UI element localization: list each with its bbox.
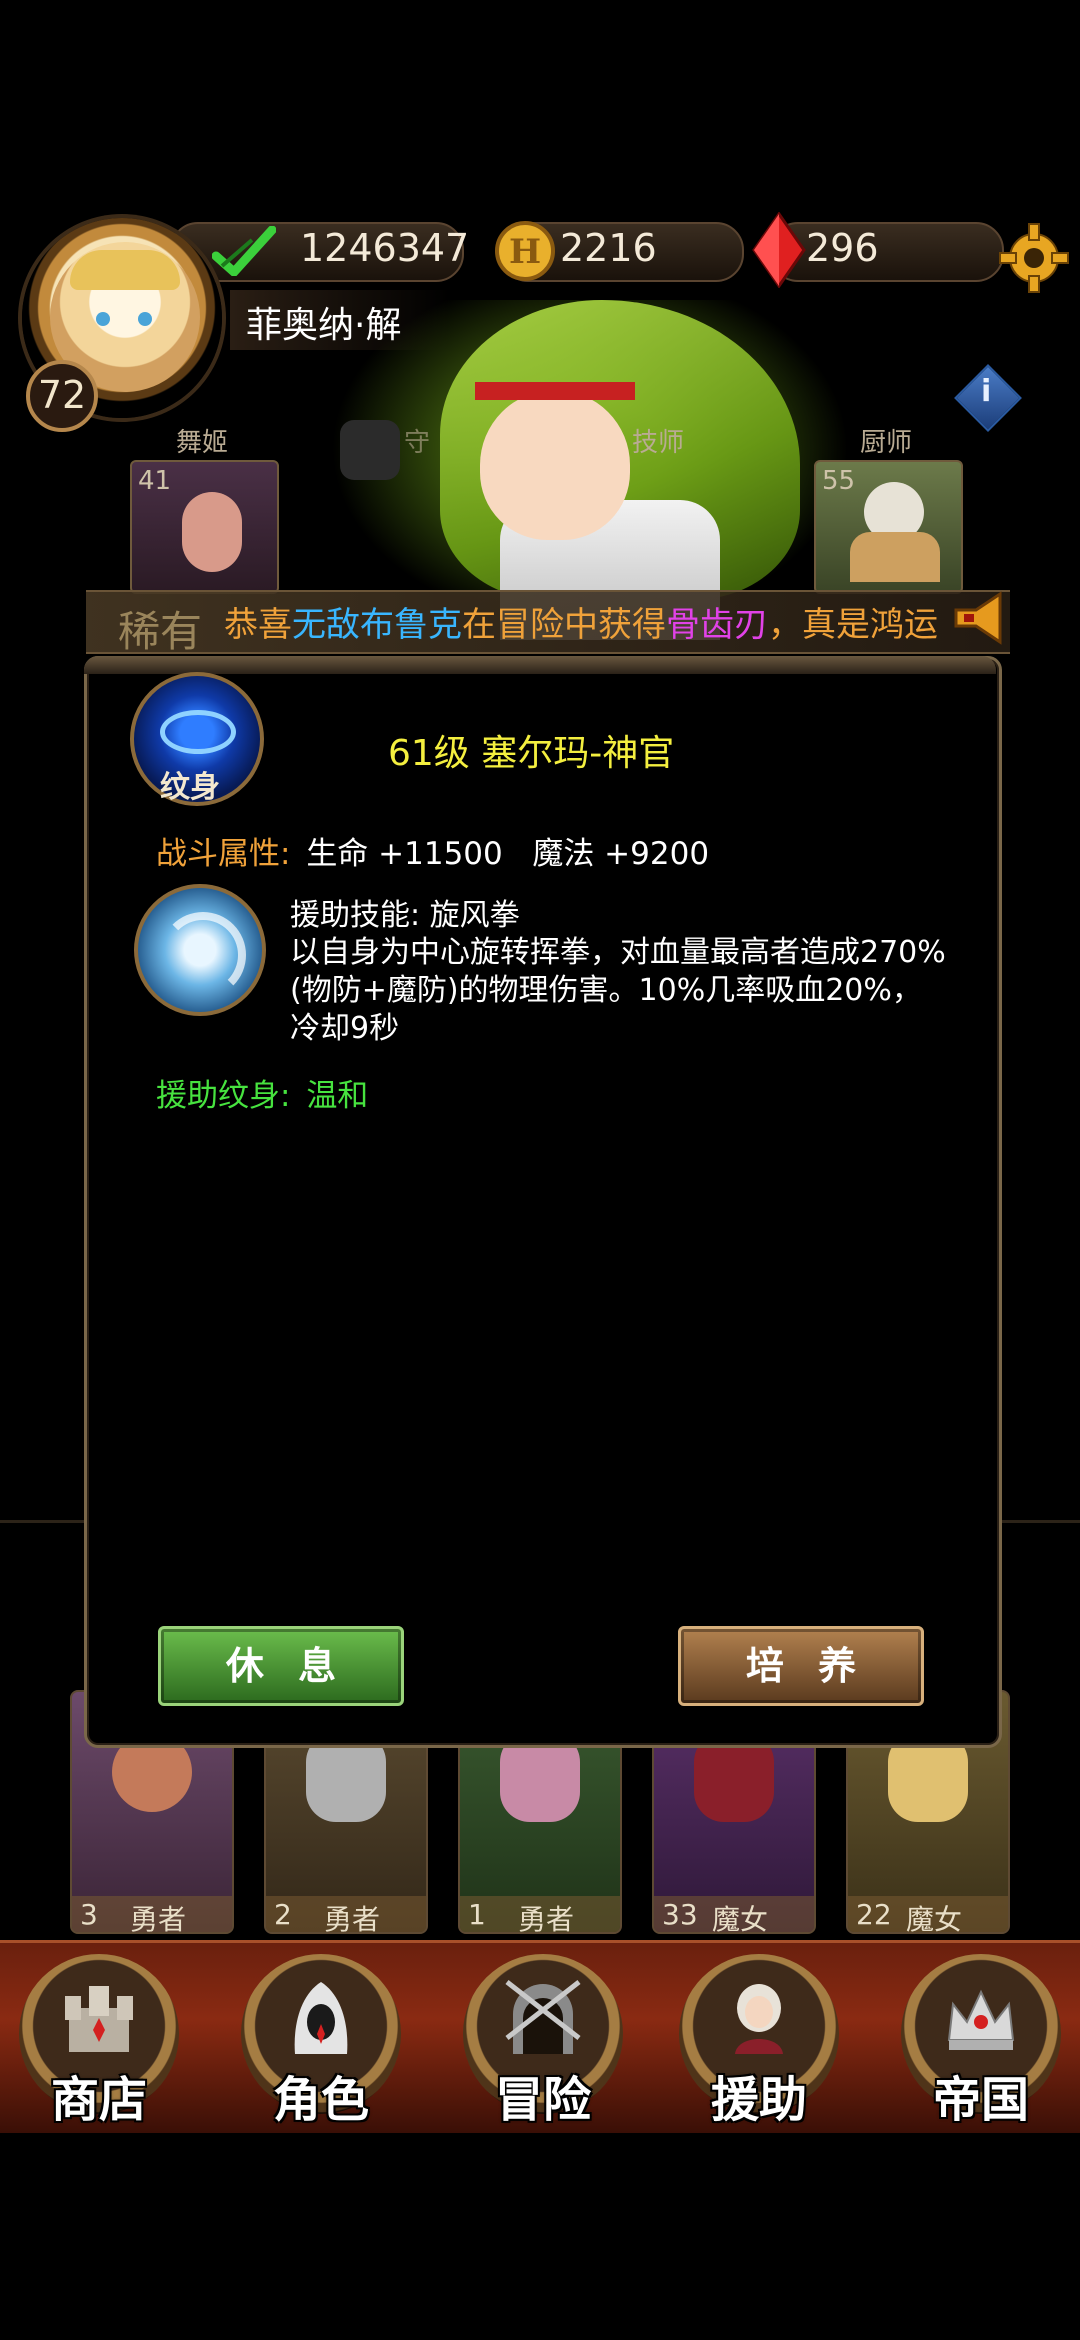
tattoo-icon-label: 纹身	[160, 770, 220, 805]
eye-of-horus-icon	[160, 710, 236, 754]
nav-label: 援助	[710, 2072, 807, 2128]
hero-class: 勇者	[130, 1903, 187, 1934]
hero-card-label: 2 勇者	[266, 1896, 426, 1932]
dialog-top-border	[84, 656, 996, 674]
svg-text:H: H	[509, 232, 541, 272]
red-crystal-icon	[752, 212, 806, 288]
announcement-item: 骨齿刃	[666, 605, 768, 645]
slot-level: 41	[138, 466, 172, 496]
player-level-badge: 72	[26, 360, 98, 432]
combat-stats-value: 生命 +11500 魔法 +9200	[306, 836, 710, 872]
slot-label-technician: 技师	[632, 428, 685, 458]
gold-coin-icon: H	[495, 221, 555, 281]
train-button[interactable]: 培养	[678, 1626, 924, 1706]
hero-level: 2	[274, 1898, 292, 1931]
hero-class: 魔女	[906, 1903, 963, 1934]
announcement-part: ，真是鸿运	[768, 605, 938, 645]
assist-tattoo-value: 温和	[306, 1078, 369, 1114]
castle-icon	[65, 1986, 133, 2052]
hero-level: 22	[856, 1898, 892, 1931]
assistant-detail-dialog	[84, 656, 1002, 1748]
hero-headband	[475, 382, 635, 400]
nav-adventure[interactable]: 冒险	[458, 1954, 628, 2128]
slot-label-chef: 厨师	[860, 428, 913, 458]
rest-button[interactable]: 休息	[158, 1626, 404, 1706]
slot-label-dancer: 舞姬	[176, 428, 229, 458]
nav-assistant[interactable]: 援助	[674, 1954, 844, 2128]
nav-character[interactable]: 角色	[236, 1954, 406, 2128]
hero-card-label: 22 魔女	[848, 1896, 1008, 1932]
announcement-text: 恭喜无敌布鲁克在冒险中获得骨齿刃，真是鸿运	[224, 597, 938, 646]
nav-label: 帝国	[932, 2072, 1029, 2128]
slot-label-guard: 守	[404, 428, 431, 458]
nav-label: 角色	[272, 2072, 369, 2128]
announcement-player: 无敌布鲁克	[292, 605, 462, 645]
dungeon-gate-icon	[505, 1980, 581, 2054]
whirlwind-icon	[160, 912, 246, 998]
info-glyph: i	[981, 374, 992, 409]
combat-stats: 战斗属性: 生命 +11500 魔法 +9200	[156, 828, 709, 873]
power-value: 1246347	[300, 226, 470, 270]
slot-card-chef[interactable]: 55	[814, 460, 963, 594]
hero-level: 33	[662, 1898, 698, 1931]
hero-fist	[340, 420, 400, 480]
assistant-portrait-icon	[735, 1984, 783, 2054]
hero-card-label: 33 魔女	[654, 1896, 814, 1932]
nav-label: 冒险	[494, 2072, 591, 2128]
hero-level: 3	[80, 1898, 98, 1931]
skill-name: 援助技能: 旋风拳	[290, 898, 520, 933]
skill-description: 以自身为中心旋转挥拳，对血量最高者造成270%(物防+魔防)的物理伤害。10%几…	[290, 935, 946, 1046]
slot-level: 55	[822, 466, 856, 496]
dialog-title: 61级 塞尔玛-神官	[388, 733, 675, 774]
hero-card-label: 1 勇者	[460, 1896, 620, 1932]
hero-card-label: 3 勇者	[72, 1896, 232, 1932]
hooded-figure-icon	[294, 1982, 348, 2054]
gem-value: 296	[806, 226, 879, 270]
combat-stats-label: 战斗属性:	[156, 836, 291, 872]
hero-level: 1	[468, 1898, 486, 1931]
rarity-label: 稀有	[118, 607, 203, 656]
nav-empire[interactable]: 帝国	[896, 1954, 1066, 2128]
announcement-part: 恭喜	[224, 605, 292, 645]
gear-icon[interactable]	[996, 220, 1072, 296]
announcement-part: 在冒险中获得	[462, 605, 666, 645]
hero-class: 魔女	[712, 1903, 769, 1934]
megaphone-icon	[954, 591, 1002, 645]
power-icon	[212, 226, 276, 276]
hero-face	[480, 390, 630, 540]
hero-class: 勇者	[518, 1903, 575, 1934]
assist-tattoo-label: 援助纹身:	[156, 1078, 291, 1114]
nav-label: 商店	[50, 2072, 147, 2128]
gold-value: 2216	[560, 226, 657, 270]
crown-icon	[947, 1989, 1015, 2050]
assist-tattoo: 援助纹身: 温和	[156, 1070, 368, 1115]
nav-shop[interactable]: 商店	[14, 1954, 184, 2128]
slot-card-dancer[interactable]: 41	[130, 460, 279, 594]
hero-class: 勇者	[324, 1903, 381, 1934]
